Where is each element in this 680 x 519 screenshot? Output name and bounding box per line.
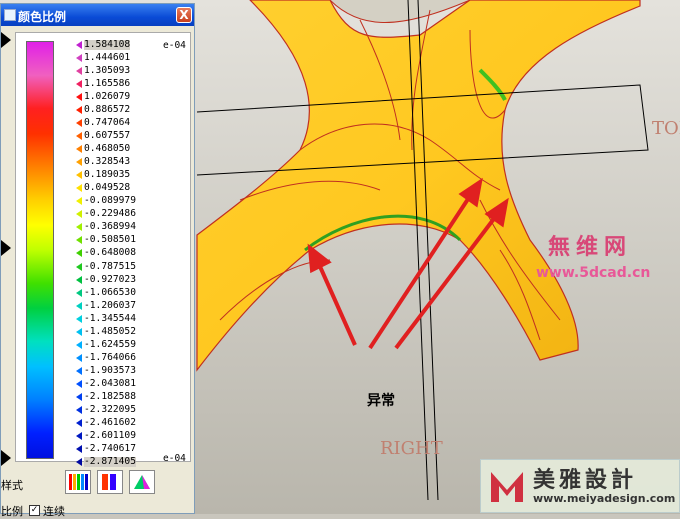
anomaly-annotation: 异常 [367, 393, 395, 409]
scale-value: 0.189035 [84, 169, 131, 181]
scale-marker-icon [76, 379, 82, 388]
scale-marker-icon [76, 262, 82, 271]
scale-value: 1.305093 [84, 65, 131, 77]
scale-value: -1.206037 [84, 299, 136, 311]
color-gradient-bar [26, 41, 54, 459]
color-legend: 1.584108 1.444601 1.305093 1.165586 1.026079… [15, 32, 191, 467]
side-arrow-icon [1, 240, 11, 256]
scale-value: 0.049528 [84, 182, 131, 194]
scale-marker-icon [76, 236, 82, 245]
scale-value: -0.229486 [84, 208, 136, 220]
panel-title: 颜色比例 [18, 10, 67, 24]
scale-value: 1.165586 [84, 78, 131, 90]
scale-marker-icon [76, 171, 82, 180]
scale-value: -2.322095 [84, 403, 136, 415]
scale-marker-icon [76, 184, 82, 193]
scale-marker-icon [76, 54, 82, 63]
scale-value: 0.468050 [84, 143, 131, 155]
brand-name: 美雅設計 [533, 468, 638, 493]
scale-value[interactable]: 1.584108 [84, 40, 131, 50]
scale-marker-icon [76, 392, 82, 401]
scale-marker-icon [76, 457, 82, 466]
scale-marker-icon [76, 93, 82, 102]
brand-logo-icon [491, 472, 523, 502]
scale-marker-icon [76, 301, 82, 310]
scale-marker-icon [76, 67, 82, 76]
scale-value: -0.368994 [84, 221, 136, 233]
scale-marker-icon [76, 405, 82, 414]
scale-value: 0.607557 [84, 130, 131, 142]
window-icon [4, 9, 16, 21]
scale-marker-icon [76, 197, 82, 206]
scale-value: -0.648008 [84, 247, 136, 259]
scale-marker-icon [76, 418, 82, 427]
panel-titlebar[interactable]: 颜色比例 X [1, 4, 194, 26]
scale-marker-icon [76, 41, 82, 49]
scale-value: -1.485052 [84, 325, 136, 337]
scale-marker-icon [76, 314, 82, 323]
scale-value: -1.066530 [84, 286, 136, 298]
scale-value: 1.026079 [84, 91, 131, 103]
scale-marker-icon [76, 132, 82, 141]
scale-value: -1.624559 [84, 338, 136, 350]
side-arrow-icon [1, 450, 11, 466]
scale-marker-icon [76, 145, 82, 154]
scale-value: 0.886572 [84, 104, 131, 116]
exponent-bottom: e-04 [163, 453, 186, 464]
scale-marker-icon [76, 249, 82, 258]
scale-value[interactable]: -2.871405 [84, 456, 136, 467]
scale-marker-icon [76, 340, 82, 349]
scale-value: -2.740617 [84, 442, 136, 454]
scale-value: -0.787515 [84, 260, 136, 272]
scale-marker-icon [76, 288, 82, 297]
scale-marker-icon [76, 80, 82, 89]
ratio-label: 比例 [1, 505, 23, 518]
brand-url: www.meiyadesign.com [533, 492, 676, 505]
site-logo-url: www.5dcad.cn [536, 265, 651, 281]
site-logo-text: 無维网 [548, 234, 633, 260]
scale-marker-icon [76, 353, 82, 362]
continuous-label: 连续 [43, 505, 65, 518]
scale-value: -2.182588 [84, 390, 136, 402]
scale-marker-icon [76, 106, 82, 115]
scale-value: -2.461602 [84, 416, 136, 428]
scale-value: -1.345544 [84, 312, 136, 324]
color-scale-panel: 颜色比例 X 1.584108 1.444601 1.305093 1.165586 1… [0, 3, 195, 518]
scale-marker-icon [76, 210, 82, 219]
scale-value: -0.927023 [84, 273, 136, 285]
scale-marker-icon [76, 444, 82, 453]
view-label-top: TOP [652, 118, 680, 139]
style-button-bands[interactable] [65, 470, 91, 494]
close-button[interactable]: X [176, 7, 192, 23]
scale-marker-icon [76, 366, 82, 375]
scale-value: 0.328543 [84, 156, 131, 168]
scale-marker-icon [76, 327, 82, 336]
exponent-top: e-04 [163, 40, 186, 51]
scale-value: -0.089979 [84, 195, 136, 207]
scale-value: 1.444601 [84, 52, 131, 64]
scale-marker-icon [76, 158, 82, 167]
style-label: 样式 [1, 479, 23, 492]
shaded-icon [134, 475, 150, 489]
bands-icon [69, 474, 88, 490]
style-button-gradient[interactable] [97, 470, 123, 494]
scale-value: -1.903573 [84, 364, 136, 376]
scale-value: 0.747064 [84, 117, 131, 129]
scale-marker-icon [76, 119, 82, 128]
gradient-icon [102, 474, 116, 490]
scale-value: -1.764066 [84, 351, 136, 363]
scale-value: -2.601109 [84, 429, 136, 441]
scale-value: -0.508501 [84, 234, 136, 246]
continuous-checkbox[interactable]: ✓ [29, 505, 40, 516]
scale-marker-icon [76, 431, 82, 440]
side-arrow-icon [1, 32, 11, 48]
brand-watermark: 美雅設計 www.meiyadesign.com [480, 459, 680, 513]
scale-marker-icon [76, 275, 82, 284]
scale-value: -2.043081 [84, 377, 136, 389]
style-button-shaded[interactable] [129, 470, 155, 494]
view-label-right: RIGHT [380, 438, 443, 459]
scale-marker-icon [76, 223, 82, 232]
